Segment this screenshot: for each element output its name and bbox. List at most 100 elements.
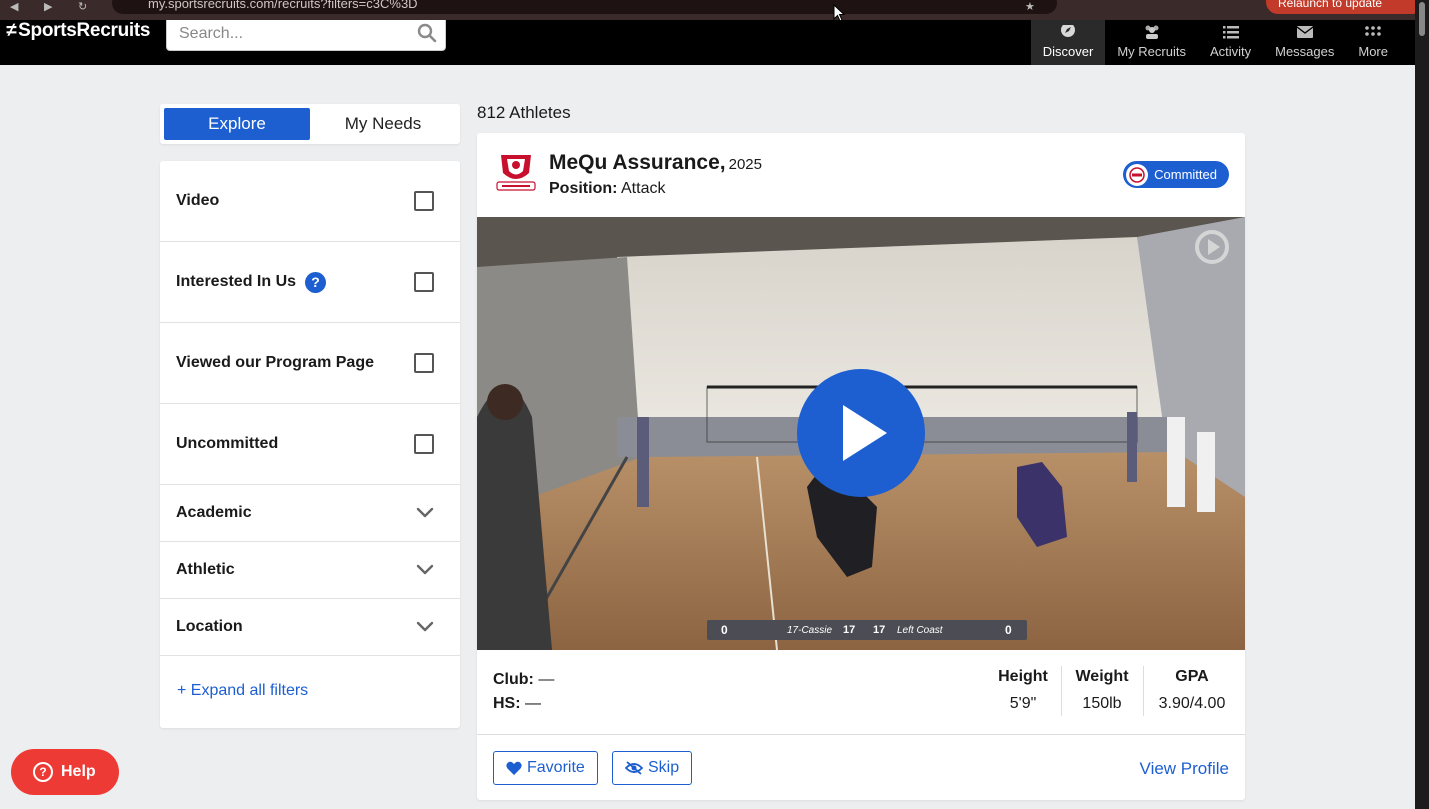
filter-video-label: Video [176, 192, 220, 209]
filter-video-checkbox[interactable] [414, 191, 434, 211]
mouse-cursor-icon [833, 4, 845, 22]
people-icon [1145, 25, 1159, 39]
nav-my-recruits[interactable]: My Recruits [1105, 20, 1198, 65]
stat-gpa: GPA 3.90/4.00 [1153, 668, 1231, 713]
logo-mark-icon: ≠ [6, 20, 17, 41]
score-left: 0 [721, 623, 728, 637]
address-bar[interactable]: my.sportsrecruits.com/recruits?filters=c… [112, 0, 1057, 14]
position-value: Attack [621, 180, 666, 197]
hs-value: — [525, 695, 542, 712]
filter-athletic-label: Athletic [176, 561, 235, 578]
back-icon[interactable]: ◀ [10, 0, 18, 13]
nav-activity-label: Activity [1209, 44, 1252, 59]
filter-uncommitted[interactable]: Uncommitted [160, 404, 460, 485]
athlete-card: MeQu Assurance, 2025 Position: Attack Com… [477, 133, 1245, 800]
stat-weight: Weight 150lb [1073, 668, 1131, 713]
mail-icon [1296, 26, 1314, 38]
grad-year: 2025 [728, 156, 762, 173]
nav-messages[interactable]: Messages [1263, 20, 1346, 65]
expand-all-filters-link[interactable]: + Expand all filters [177, 682, 308, 700]
nav-messages-label: Messages [1275, 44, 1335, 59]
stat-height-value: 5'9" [1009, 695, 1037, 712]
search-input[interactable] [179, 20, 409, 48]
score-set-left: 17 [843, 624, 856, 636]
eye-slash-icon [625, 761, 643, 775]
logo-text: SportsRecruits [18, 20, 151, 41]
filter-athletic[interactable]: Athletic [160, 542, 460, 599]
question-circle-icon: ? [33, 762, 53, 782]
filter-location[interactable]: Location [160, 599, 460, 656]
nav-more[interactable]: More [1346, 20, 1400, 65]
position-label: Position: [549, 180, 618, 197]
skip-button[interactable]: Skip [612, 751, 693, 785]
filter-viewed-program[interactable]: Viewed our Program Page [160, 323, 460, 404]
list-icon [1222, 26, 1239, 39]
address-bar-url: my.sportsrecruits.com/recruits?filters=c… [148, 0, 418, 11]
high-school-info: HS: — [493, 695, 541, 713]
play-icon [843, 405, 887, 461]
card-divider [477, 734, 1245, 735]
help-label: Help [61, 763, 96, 780]
sportsrecruits-logo[interactable]: ≠ SportsRecruits [6, 20, 150, 42]
search-box [166, 20, 446, 51]
score-right-team: Left Coast [897, 624, 943, 636]
athlete-name[interactable]: MeQu Assurance, [549, 151, 726, 174]
chevron-down-icon [416, 507, 434, 518]
hs-label: HS: [493, 695, 521, 712]
nav-my-recruits-label: My Recruits [1117, 44, 1186, 59]
score-left-team: 17-Cassie [787, 624, 833, 636]
filter-uncommitted-label: Uncommitted [176, 435, 279, 452]
stat-divider [1143, 666, 1144, 716]
main-nav: Discover My Recruits Activity Messages M… [1030, 20, 1400, 65]
relaunch-button[interactable]: Relaunch to update [1266, 0, 1424, 14]
video-play-button[interactable] [797, 369, 925, 497]
view-profile-link[interactable]: View Profile [1140, 759, 1229, 779]
page-scrollbar[interactable] [1415, 0, 1429, 809]
athlete-position: Position: Attack [549, 180, 665, 198]
question-icon[interactable]: ? [305, 271, 327, 293]
explore-tabs: Explore My Needs [160, 104, 460, 144]
chevron-down-icon [416, 621, 434, 632]
filter-interested[interactable]: Interested In Us ? [160, 242, 460, 323]
nav-discover[interactable]: Discover [1030, 20, 1106, 65]
filter-video[interactable]: Video [160, 161, 460, 242]
stat-gpa-label: GPA [1175, 668, 1209, 685]
help-button[interactable]: ? Help [11, 749, 119, 795]
nav-activity[interactable]: Activity [1198, 20, 1263, 65]
highlight-video[interactable]: 0 17-Cassie 17 17 Left Coast 0 [477, 217, 1245, 650]
filter-academic-label: Academic [176, 504, 252, 521]
committed-label: Committed [1154, 167, 1217, 182]
tab-my-needs[interactable]: My Needs [310, 108, 456, 140]
filter-viewed-checkbox[interactable] [414, 353, 434, 373]
heart-icon [506, 761, 522, 775]
stat-height-label: Height [998, 668, 1048, 685]
committed-badge: Committed [1123, 161, 1229, 188]
club-value: — [538, 671, 555, 688]
grid-icon [1365, 26, 1381, 36]
nav-more-label: More [1358, 44, 1388, 59]
stat-weight-value: 150lb [1082, 695, 1122, 712]
club-label: Club: [493, 671, 534, 688]
favorite-button[interactable]: Favorite [493, 751, 598, 785]
college-logo-icon [1126, 163, 1149, 186]
filter-uncommitted-checkbox[interactable] [414, 434, 434, 454]
reload-icon[interactable]: ↻ [78, 0, 87, 13]
filter-academic[interactable]: Academic [160, 485, 460, 542]
filter-interested-label: Interested In Us [176, 273, 297, 290]
bookmark-star-icon[interactable]: ★ [1025, 0, 1035, 13]
scrollbar-thumb[interactable] [1419, 2, 1425, 36]
tab-explore[interactable]: Explore [164, 108, 310, 140]
stat-height: Height 5'9" [997, 668, 1049, 713]
browser-toolbar: ◀ ▶ ↻ my.sportsrecruits.com/recruits?fil… [0, 0, 1424, 20]
athlete-name-line: MeQu Assurance, 2025 [549, 151, 762, 175]
search-icon[interactable] [417, 23, 437, 43]
filter-interested-checkbox[interactable] [414, 272, 434, 292]
score-right: 0 [1005, 623, 1012, 637]
athlete-count: 812 Athletes [477, 103, 571, 122]
stat-weight-label: Weight [1075, 668, 1129, 685]
nav-discover-label: Discover [1042, 44, 1094, 59]
skip-label: Skip [648, 759, 680, 776]
filter-location-label: Location [176, 618, 243, 635]
forward-icon[interactable]: ▶ [44, 0, 52, 13]
compass-icon [1061, 25, 1076, 37]
